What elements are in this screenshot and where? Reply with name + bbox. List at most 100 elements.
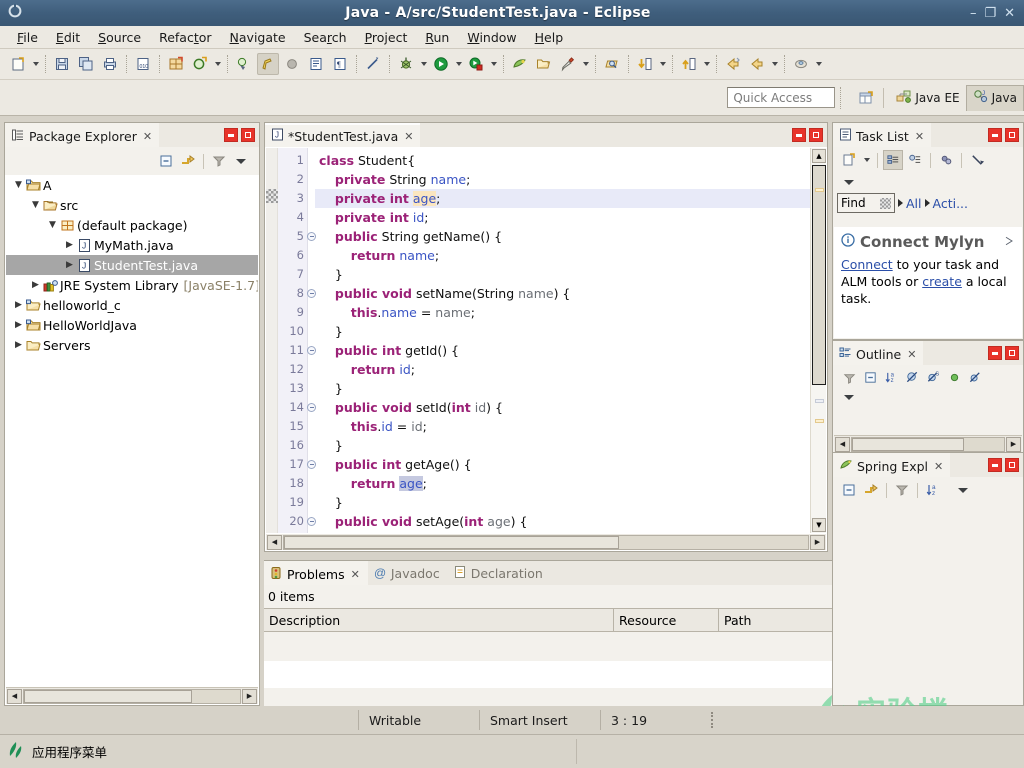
chevron-down-icon[interactable]: ▼	[46, 220, 59, 230]
code-line[interactable]: class Student{	[315, 151, 810, 170]
view-menu-icon[interactable]	[953, 480, 973, 500]
menu-search[interactable]: Search	[295, 28, 356, 47]
tab-outline[interactable]: Outline ✕	[833, 341, 924, 365]
code-line[interactable]: }	[315, 379, 810, 398]
code-line[interactable]: private int id;	[315, 208, 810, 227]
scroll-up-button[interactable]: ▲	[812, 149, 826, 163]
find-clear-icon[interactable]	[880, 197, 891, 209]
tab-task-list[interactable]: Task List ✕	[833, 123, 932, 147]
scroll-down-button[interactable]: ▼	[812, 518, 826, 532]
previous-annotation-icon[interactable]	[678, 53, 700, 75]
close-icon[interactable]: ✕	[351, 568, 360, 581]
code-line[interactable]: private String name;	[315, 170, 810, 189]
next-annotation-icon[interactable]	[634, 53, 656, 75]
overview-marker[interactable]	[815, 419, 824, 423]
open-type-icon[interactable]	[233, 53, 255, 75]
code-line[interactable]: }	[315, 493, 810, 512]
tab-declaration[interactable]: Declaration	[448, 561, 551, 585]
quick-access-input[interactable]: Quick Access	[727, 87, 836, 108]
code-line[interactable]: return name;	[315, 246, 810, 265]
link-editor-icon[interactable]	[362, 53, 384, 75]
menu-edit[interactable]: Edit	[47, 28, 89, 47]
chevron-right-icon[interactable]: ▶	[12, 320, 25, 330]
debug-icon[interactable]	[395, 53, 417, 75]
search-icon[interactable]	[601, 53, 623, 75]
maximize-editor-button[interactable]	[809, 128, 823, 142]
tree-item-helloworldjava[interactable]: ▶ HelloWorldJava	[6, 315, 258, 335]
code-line[interactable]: public int getId() {	[315, 341, 810, 360]
skip-all-breakpoints-icon[interactable]	[281, 53, 303, 75]
column-header-resource[interactable]: Resource	[614, 609, 719, 632]
close-icon[interactable]: ✕	[915, 130, 924, 143]
tree-item-mymath-java[interactable]: ▶ J MyMath.java	[6, 235, 258, 255]
scroll-right-button[interactable]: ▶	[1006, 436, 1021, 452]
run-external-tools-dropdown-arrow[interactable]	[488, 53, 499, 75]
hscroll-thumb[interactable]	[284, 535, 620, 549]
editor-code[interactable]: class Student{ private String name; priv…	[315, 148, 810, 533]
focus-mode-icon[interactable]	[839, 367, 859, 387]
code-line[interactable]: public String getName() {	[315, 227, 810, 246]
close-button[interactable]: ✕	[1004, 7, 1015, 20]
close-icon[interactable]: ✕	[404, 130, 413, 143]
collapse-all-icon[interactable]	[839, 480, 859, 500]
mylyn-expand-icon[interactable]	[1003, 234, 1015, 251]
code-line[interactable]: private int age;	[315, 189, 810, 208]
view-filter-icon[interactable]	[892, 480, 912, 500]
chevron-right-icon[interactable]: ▶	[63, 260, 76, 270]
new-spring-project-icon[interactable]	[509, 53, 531, 75]
pin-editor-icon[interactable]	[790, 53, 812, 75]
open-folder-icon[interactable]	[533, 53, 555, 75]
perspective-java[interactable]: J Java	[965, 84, 1024, 111]
new-task-icon[interactable]	[839, 150, 859, 170]
tree-item-a[interactable]: ▼ A	[6, 175, 258, 195]
task-find-input[interactable]: Find	[837, 193, 895, 213]
status-resize-handle[interactable]	[711, 712, 713, 728]
editor-body[interactable]: 1 2 3 4 5 6 7 8 9 10 11 12 13 14 15 16 17 18 19 20 class St…	[266, 148, 826, 533]
new-task-dropdown-arrow[interactable]	[861, 149, 872, 171]
hscroll-track[interactable]	[283, 534, 809, 550]
previous-annotation-dropdown-arrow[interactable]	[701, 53, 712, 75]
new-wizard-dropdown-arrow[interactable]	[30, 53, 41, 75]
hide-static-icon[interactable]: S	[923, 367, 943, 387]
menu-window[interactable]: Window	[458, 28, 525, 47]
close-icon[interactable]: ✕	[143, 130, 152, 143]
minimize-editor-button[interactable]	[792, 128, 806, 142]
sort-az-icon[interactable]: az	[923, 480, 943, 500]
show-whitespace-icon[interactable]: ¶	[329, 53, 351, 75]
menu-project[interactable]: Project	[356, 28, 417, 47]
tab-spring-explorer[interactable]: Spring Expl ✕	[833, 453, 951, 477]
task-filter-active[interactable]: Acti...	[933, 196, 969, 211]
chevron-right-icon[interactable]: ▶	[63, 240, 76, 250]
forward-history-dropdown-arrow[interactable]	[769, 53, 780, 75]
editor-annotation-ruler[interactable]	[266, 148, 278, 533]
back-history-icon[interactable]	[722, 53, 744, 75]
focus-on-workweek-icon[interactable]	[936, 150, 956, 170]
spring-config-dropdown-arrow[interactable]	[580, 53, 591, 75]
menu-file[interactable]: File	[8, 28, 47, 47]
toggle-binary-icon[interactable]: 010	[132, 53, 154, 75]
scroll-left-button[interactable]: ◀	[7, 688, 22, 704]
tree-item-default-package[interactable]: ▼ (default package)	[6, 215, 258, 235]
scroll-right-button[interactable]: ▶	[810, 534, 825, 550]
run-icon[interactable]	[430, 53, 452, 75]
close-icon[interactable]: ✕	[934, 460, 943, 473]
toolbar-drag-handle[interactable]	[840, 86, 850, 109]
scroll-left-button[interactable]: ◀	[267, 534, 282, 550]
minimize-view-button[interactable]	[988, 458, 1002, 472]
code-line[interactable]: public void setId(int id) {	[315, 398, 810, 417]
overview-marker[interactable]	[815, 188, 824, 192]
menu-source[interactable]: Source	[89, 28, 150, 47]
code-line[interactable]: return age;	[315, 474, 810, 493]
toggle-mark-occurrences-icon[interactable]	[257, 53, 279, 75]
task-filter-all[interactable]: All	[906, 196, 922, 211]
collapse-all-icon[interactable]	[860, 367, 880, 387]
new-wizard-icon[interactable]	[7, 53, 29, 75]
collapse-all-icon[interactable]	[156, 151, 176, 171]
tree-item-helloworld-c[interactable]: ▶ helloworld_c	[6, 295, 258, 315]
view-menu-icon[interactable]	[839, 387, 859, 407]
minimize-view-button[interactable]	[988, 346, 1002, 360]
code-line[interactable]: public void setAge(int age) {	[315, 512, 810, 531]
filter-active-arrow-icon[interactable]	[924, 199, 930, 207]
chevron-right-icon[interactable]: ▶	[12, 340, 25, 350]
hide-local-types-icon[interactable]	[965, 367, 985, 387]
